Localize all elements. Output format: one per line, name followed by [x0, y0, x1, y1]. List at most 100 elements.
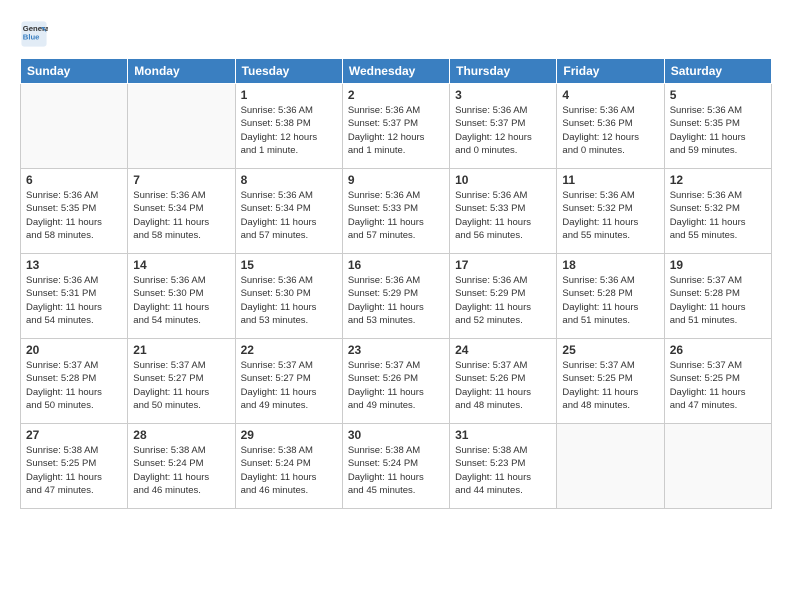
day-info: Sunrise: 5:38 AM Sunset: 5:24 PM Dayligh…: [133, 444, 229, 497]
day-number: 8: [241, 173, 337, 187]
calendar-cell: 4 Sunrise: 5:36 AM Sunset: 5:36 PM Daylig…: [557, 84, 664, 169]
logo-icon: General Blue: [20, 20, 48, 48]
calendar-cell: [557, 424, 664, 509]
calendar-cell: 3Sunrise: 5:36 AM Sunset: 5:37 PM Daylig…: [450, 84, 557, 169]
day-info: Sunrise: 5:37 AM Sunset: 5:25 PM Dayligh…: [562, 359, 658, 412]
calendar-cell: 15Sunrise: 5:36 AM Sunset: 5:30 PM Dayli…: [235, 254, 342, 339]
calendar-cell: 16 Sunrise: 5:36 AM Sunset: 5:29 PM Dayli…: [342, 254, 449, 339]
calendar-cell: 14 Sunrise: 5:36 AM Sunset: 5:30 PM Dayli…: [128, 254, 235, 339]
day-number: 28: [133, 428, 229, 442]
calendar-cell: 7 Sunrise: 5:36 AM Sunset: 5:34 PM Daylig…: [128, 169, 235, 254]
weekday-header: Saturday: [664, 59, 771, 84]
day-number: 9: [348, 173, 444, 187]
day-number: 24: [455, 343, 551, 357]
calendar-cell: 2 Sunrise: 5:36 AM Sunset: 5:37 PM Daylig…: [342, 84, 449, 169]
calendar-cell: 23 Sunrise: 5:37 AM Sunset: 5:26 PM Dayli…: [342, 339, 449, 424]
calendar-cell: 11 Sunrise: 5:36 AM Sunset: 5:32 PM Dayli…: [557, 169, 664, 254]
day-number: 14: [133, 258, 229, 272]
day-number: 7: [133, 173, 229, 187]
day-number: 2: [348, 88, 444, 102]
day-number: 21: [133, 343, 229, 357]
weekday-header: Tuesday: [235, 59, 342, 84]
day-info: Sunrise: 5:36 AM Sunset: 5:32 PM Dayligh…: [562, 189, 658, 242]
calendar-cell: 17 Sunrise: 5:36 AM Sunset: 5:29 PM Dayli…: [450, 254, 557, 339]
calendar-week-row: 13 Sunrise: 5:36 AM Sunset: 5:31 PM Dayli…: [21, 254, 772, 339]
calendar-table: SundayMondayTuesdayWednesdayThursdayFrid…: [20, 58, 772, 509]
day-number: 4: [562, 88, 658, 102]
calendar-cell: 6 Sunrise: 5:36 AM Sunset: 5:35 PM Daylig…: [21, 169, 128, 254]
calendar-cell: 26Sunrise: 5:37 AM Sunset: 5:25 PM Dayli…: [664, 339, 771, 424]
day-number: 23: [348, 343, 444, 357]
calendar-cell: 22Sunrise: 5:37 AM Sunset: 5:27 PM Dayli…: [235, 339, 342, 424]
day-info: Sunrise: 5:36 AM Sunset: 5:35 PM Dayligh…: [26, 189, 122, 242]
day-info: Sunrise: 5:38 AM Sunset: 5:24 PM Dayligh…: [348, 444, 444, 497]
weekday-header: Thursday: [450, 59, 557, 84]
calendar-cell: [664, 424, 771, 509]
day-number: 12: [670, 173, 766, 187]
day-info: Sunrise: 5:38 AM Sunset: 5:23 PM Dayligh…: [455, 444, 551, 497]
day-number: 20: [26, 343, 122, 357]
day-info: Sunrise: 5:38 AM Sunset: 5:25 PM Dayligh…: [26, 444, 122, 497]
day-number: 18: [562, 258, 658, 272]
calendar-cell: 20Sunrise: 5:37 AM Sunset: 5:28 PM Dayli…: [21, 339, 128, 424]
day-info: Sunrise: 5:36 AM Sunset: 5:30 PM Dayligh…: [133, 274, 229, 327]
calendar-cell: 30 Sunrise: 5:38 AM Sunset: 5:24 PM Dayli…: [342, 424, 449, 509]
day-info: Sunrise: 5:36 AM Sunset: 5:30 PM Dayligh…: [241, 274, 337, 327]
calendar-week-row: 6 Sunrise: 5:36 AM Sunset: 5:35 PM Daylig…: [21, 169, 772, 254]
calendar-cell: [128, 84, 235, 169]
day-info: Sunrise: 5:38 AM Sunset: 5:24 PM Dayligh…: [241, 444, 337, 497]
day-info: Sunrise: 5:36 AM Sunset: 5:34 PM Dayligh…: [133, 189, 229, 242]
day-number: 5: [670, 88, 766, 102]
calendar-cell: 18 Sunrise: 5:36 AM Sunset: 5:28 PM Dayli…: [557, 254, 664, 339]
day-info: Sunrise: 5:36 AM Sunset: 5:36 PM Dayligh…: [562, 104, 658, 157]
day-number: 27: [26, 428, 122, 442]
day-info: Sunrise: 5:37 AM Sunset: 5:28 PM Dayligh…: [670, 274, 766, 327]
day-info: Sunrise: 5:37 AM Sunset: 5:26 PM Dayligh…: [348, 359, 444, 412]
day-number: 19: [670, 258, 766, 272]
day-number: 16: [348, 258, 444, 272]
calendar-cell: 13 Sunrise: 5:36 AM Sunset: 5:31 PM Dayli…: [21, 254, 128, 339]
day-number: 10: [455, 173, 551, 187]
day-info: Sunrise: 5:36 AM Sunset: 5:28 PM Dayligh…: [562, 274, 658, 327]
calendar-cell: 21 Sunrise: 5:37 AM Sunset: 5:27 PM Dayli…: [128, 339, 235, 424]
logo: General Blue: [20, 20, 52, 48]
day-number: 11: [562, 173, 658, 187]
weekday-header: Sunday: [21, 59, 128, 84]
day-number: 6: [26, 173, 122, 187]
calendar-cell: 27 Sunrise: 5:38 AM Sunset: 5:25 PM Dayli…: [21, 424, 128, 509]
day-info: Sunrise: 5:37 AM Sunset: 5:27 PM Dayligh…: [133, 359, 229, 412]
day-info: Sunrise: 5:36 AM Sunset: 5:37 PM Dayligh…: [348, 104, 444, 157]
calendar-cell: [21, 84, 128, 169]
calendar-cell: 29 Sunrise: 5:38 AM Sunset: 5:24 PM Dayli…: [235, 424, 342, 509]
weekday-header: Monday: [128, 59, 235, 84]
calendar-cell: 12 Sunrise: 5:36 AM Sunset: 5:32 PM Dayli…: [664, 169, 771, 254]
day-info: Sunrise: 5:36 AM Sunset: 5:33 PM Dayligh…: [455, 189, 551, 242]
day-number: 13: [26, 258, 122, 272]
day-info: Sunrise: 5:36 AM Sunset: 5:29 PM Dayligh…: [455, 274, 551, 327]
day-info: Sunrise: 5:36 AM Sunset: 5:38 PM Dayligh…: [241, 104, 337, 157]
calendar-week-row: 27 Sunrise: 5:38 AM Sunset: 5:25 PM Dayli…: [21, 424, 772, 509]
calendar-cell: 8Sunrise: 5:36 AM Sunset: 5:34 PM Daylig…: [235, 169, 342, 254]
calendar-cell: 25 Sunrise: 5:37 AM Sunset: 5:25 PM Dayli…: [557, 339, 664, 424]
day-info: Sunrise: 5:36 AM Sunset: 5:31 PM Dayligh…: [26, 274, 122, 327]
calendar-cell: 9 Sunrise: 5:36 AM Sunset: 5:33 PM Daylig…: [342, 169, 449, 254]
day-number: 17: [455, 258, 551, 272]
day-number: 1: [241, 88, 337, 102]
svg-text:Blue: Blue: [23, 33, 40, 42]
weekday-header: Wednesday: [342, 59, 449, 84]
day-info: Sunrise: 5:36 AM Sunset: 5:29 PM Dayligh…: [348, 274, 444, 327]
day-number: 25: [562, 343, 658, 357]
day-number: 29: [241, 428, 337, 442]
day-number: 30: [348, 428, 444, 442]
day-number: 31: [455, 428, 551, 442]
page-header: General Blue: [20, 20, 772, 48]
day-info: Sunrise: 5:36 AM Sunset: 5:35 PM Dayligh…: [670, 104, 766, 157]
day-number: 22: [241, 343, 337, 357]
calendar-week-row: 1 Sunrise: 5:36 AM Sunset: 5:38 PM Daylig…: [21, 84, 772, 169]
day-info: Sunrise: 5:36 AM Sunset: 5:33 PM Dayligh…: [348, 189, 444, 242]
day-number: 26: [670, 343, 766, 357]
calendar-cell: 19 Sunrise: 5:37 AM Sunset: 5:28 PM Dayli…: [664, 254, 771, 339]
weekday-header: Friday: [557, 59, 664, 84]
calendar-cell: 31 Sunrise: 5:38 AM Sunset: 5:23 PM Dayli…: [450, 424, 557, 509]
day-info: Sunrise: 5:36 AM Sunset: 5:32 PM Dayligh…: [670, 189, 766, 242]
